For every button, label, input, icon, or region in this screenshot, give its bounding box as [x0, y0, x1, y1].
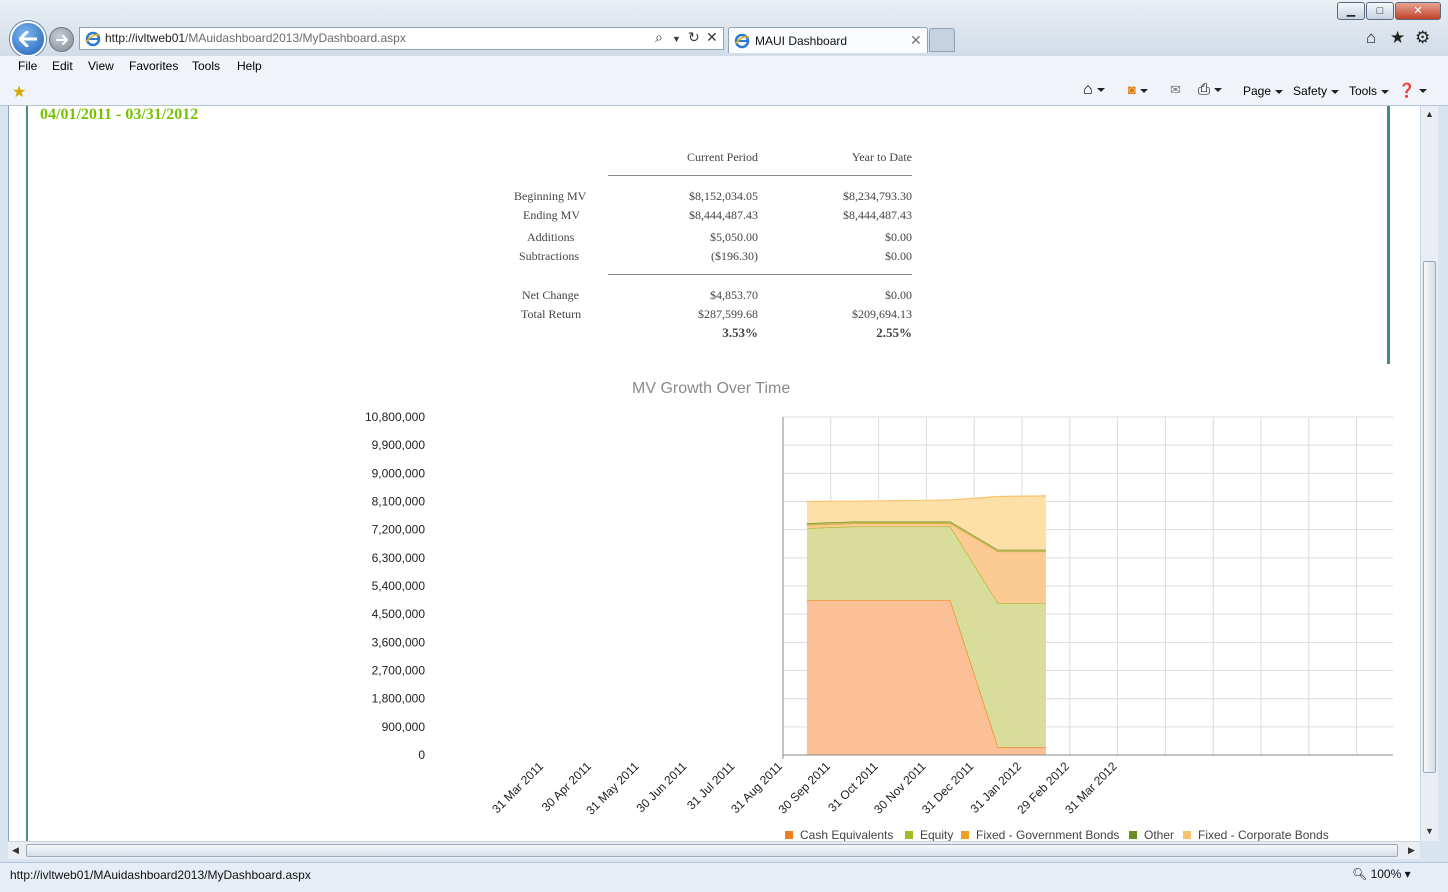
- refresh-icon[interactable]: ↻: [688, 29, 700, 46]
- menu-favorites[interactable]: Favorites: [129, 59, 178, 73]
- page-viewport: 04/01/2011 - 03/31/2012 Current Period Y…: [8, 106, 1438, 841]
- mv-growth-chart: 10,800,000 9,900,000 9,000,000 8,100,000 7,2…: [365, 410, 1393, 841]
- minimize-button[interactable]: ▁: [1337, 2, 1365, 20]
- legend-label-2: Fixed - Government Bonds: [976, 828, 1119, 841]
- y-tick-label: 900,000: [382, 720, 426, 734]
- vertical-scrollbar[interactable]: ▲ ▼: [1420, 106, 1438, 841]
- address-path: /MAuidashboard2013/MyDashboard.aspx: [185, 31, 406, 45]
- tab-label: MAUI Dashboard: [755, 34, 848, 48]
- zoom-level[interactable]: 🔍︎ 100% ▾: [1352, 867, 1411, 881]
- scroll-right-icon[interactable]: ▶: [1408, 845, 1415, 856]
- address-input[interactable]: http://ivltweb01/MAuidashboard2013/MyDas…: [105, 31, 406, 45]
- legend-label-1: Equity: [920, 828, 953, 841]
- horizontal-scroll-thumb[interactable]: [26, 844, 1398, 857]
- close-window-button[interactable]: ✕: [1395, 2, 1441, 20]
- menu-tools[interactable]: Tools: [192, 59, 220, 73]
- address-bar[interactable]: http://ivltweb01/MAuidashboard2013/MyDas…: [79, 27, 724, 50]
- legend-label-0: Cash Equivalents: [800, 828, 893, 841]
- back-button[interactable]: [10, 21, 46, 57]
- y-tick-label: 7,200,000: [372, 523, 426, 537]
- feeds-icon[interactable]: ◙: [1128, 82, 1148, 97]
- favorites-star-icon[interactable]: ★: [1390, 28, 1405, 48]
- home-icon[interactable]: ⌂: [1366, 28, 1376, 48]
- legend-swatch-1: [905, 831, 913, 839]
- status-bar: http://ivltweb01/MAuidashboard2013/MyDas…: [0, 862, 1448, 892]
- ie-page-icon: [85, 31, 101, 47]
- page-menu[interactable]: Page: [1243, 84, 1284, 98]
- y-tick-label: 10,800,000: [365, 410, 425, 424]
- search-icon[interactable]: ⌕: [655, 29, 663, 46]
- y-tick-label: 0: [418, 748, 425, 762]
- gear-icon[interactable]: ⚙: [1415, 28, 1430, 48]
- menu-file[interactable]: File: [18, 59, 37, 73]
- menu-view[interactable]: View: [88, 59, 114, 73]
- x-tick-label: 30 Sep 2011: [776, 759, 834, 817]
- maximize-button[interactable]: □: [1366, 2, 1394, 20]
- safety-menu[interactable]: Safety: [1293, 84, 1340, 98]
- vertical-scroll-thumb[interactable]: [1423, 261, 1436, 773]
- ie-tab-icon: [734, 33, 750, 49]
- search-dropdown-icon[interactable]: ▼: [672, 34, 681, 44]
- menu-bar: File Edit View Favorites Tools Help: [0, 56, 1448, 78]
- y-tick-label: 8,100,000: [372, 495, 426, 509]
- y-tick-label: 9,900,000: [372, 438, 426, 452]
- legend-label-3: Other: [1144, 828, 1174, 841]
- add-favorites-star-icon[interactable]: ★: [12, 82, 26, 102]
- arrow-left-icon: [19, 31, 37, 47]
- safety-menu-label: Safety: [1293, 84, 1328, 98]
- legend-label-4: Fixed - Corporate Bonds: [1198, 828, 1329, 841]
- zoom-icon: 🔍︎: [1352, 867, 1368, 881]
- y-tick-label: 3,600,000: [372, 635, 426, 649]
- address-host: http://ivltweb01: [105, 31, 186, 45]
- menu-edit[interactable]: Edit: [52, 59, 73, 73]
- close-tab-icon[interactable]: ✕: [910, 32, 922, 49]
- x-tick-label: 31 Dec 2011: [919, 759, 977, 817]
- stop-icon[interactable]: ✕: [706, 29, 718, 46]
- mail-icon[interactable]: ✉: [1170, 82, 1181, 98]
- legend-swatch-3: [1129, 831, 1137, 839]
- title-bar: ▁ □ ✕ http://ivltweb01/MAuidashboard2013…: [0, 0, 1448, 57]
- tools-menu-label: Tools: [1349, 84, 1378, 98]
- menu-help[interactable]: Help: [237, 59, 262, 73]
- scroll-up-icon[interactable]: ▲: [1425, 109, 1434, 119]
- new-tab-button[interactable]: [929, 28, 955, 52]
- x-tick-label: 31 Mar 2011: [489, 759, 546, 816]
- scroll-left-icon[interactable]: ◀: [12, 845, 19, 856]
- zoom-value: 100%: [1370, 867, 1402, 881]
- y-tick-label: 5,400,000: [372, 579, 426, 593]
- status-url: http://ivltweb01/MAuidashboard2013/MyDas…: [10, 868, 311, 882]
- legend-swatch-2: [961, 831, 969, 839]
- page-menu-label: Page: [1243, 84, 1272, 98]
- scroll-down-icon[interactable]: ▼: [1425, 826, 1434, 836]
- horizontal-scrollbar[interactable]: ◀ ▶: [8, 841, 1420, 859]
- command-bar: ★ ⌂ ◙ ✉ ⎙ Page Safety Tools ❓: [0, 78, 1448, 106]
- legend-swatch-4: [1183, 831, 1191, 839]
- forward-button[interactable]: [49, 27, 74, 52]
- arrow-right-icon: [55, 34, 68, 45]
- x-tick-label: 31 Mar 2012: [1062, 759, 1120, 817]
- print-icon[interactable]: ⎙: [1198, 81, 1223, 98]
- y-tick-label: 9,000,000: [372, 466, 426, 480]
- tab-maui-dashboard[interactable]: MAUI Dashboard ✕: [728, 27, 928, 53]
- home-cmd-icon[interactable]: ⌂: [1083, 81, 1105, 99]
- y-tick-label: 6,300,000: [372, 551, 426, 565]
- legend-swatch-0: [785, 831, 793, 839]
- y-tick-label: 4,500,000: [372, 607, 426, 621]
- help-icon[interactable]: ❓: [1398, 82, 1428, 99]
- tools-menu[interactable]: Tools: [1349, 84, 1390, 98]
- browser-window: ▁ □ ✕ http://ivltweb01/MAuidashboard2013…: [0, 0, 1448, 892]
- y-tick-label: 1,800,000: [372, 692, 426, 706]
- y-tick-label: 2,700,000: [372, 664, 426, 678]
- x-tick-label: 30 Jun 2011: [634, 759, 690, 815]
